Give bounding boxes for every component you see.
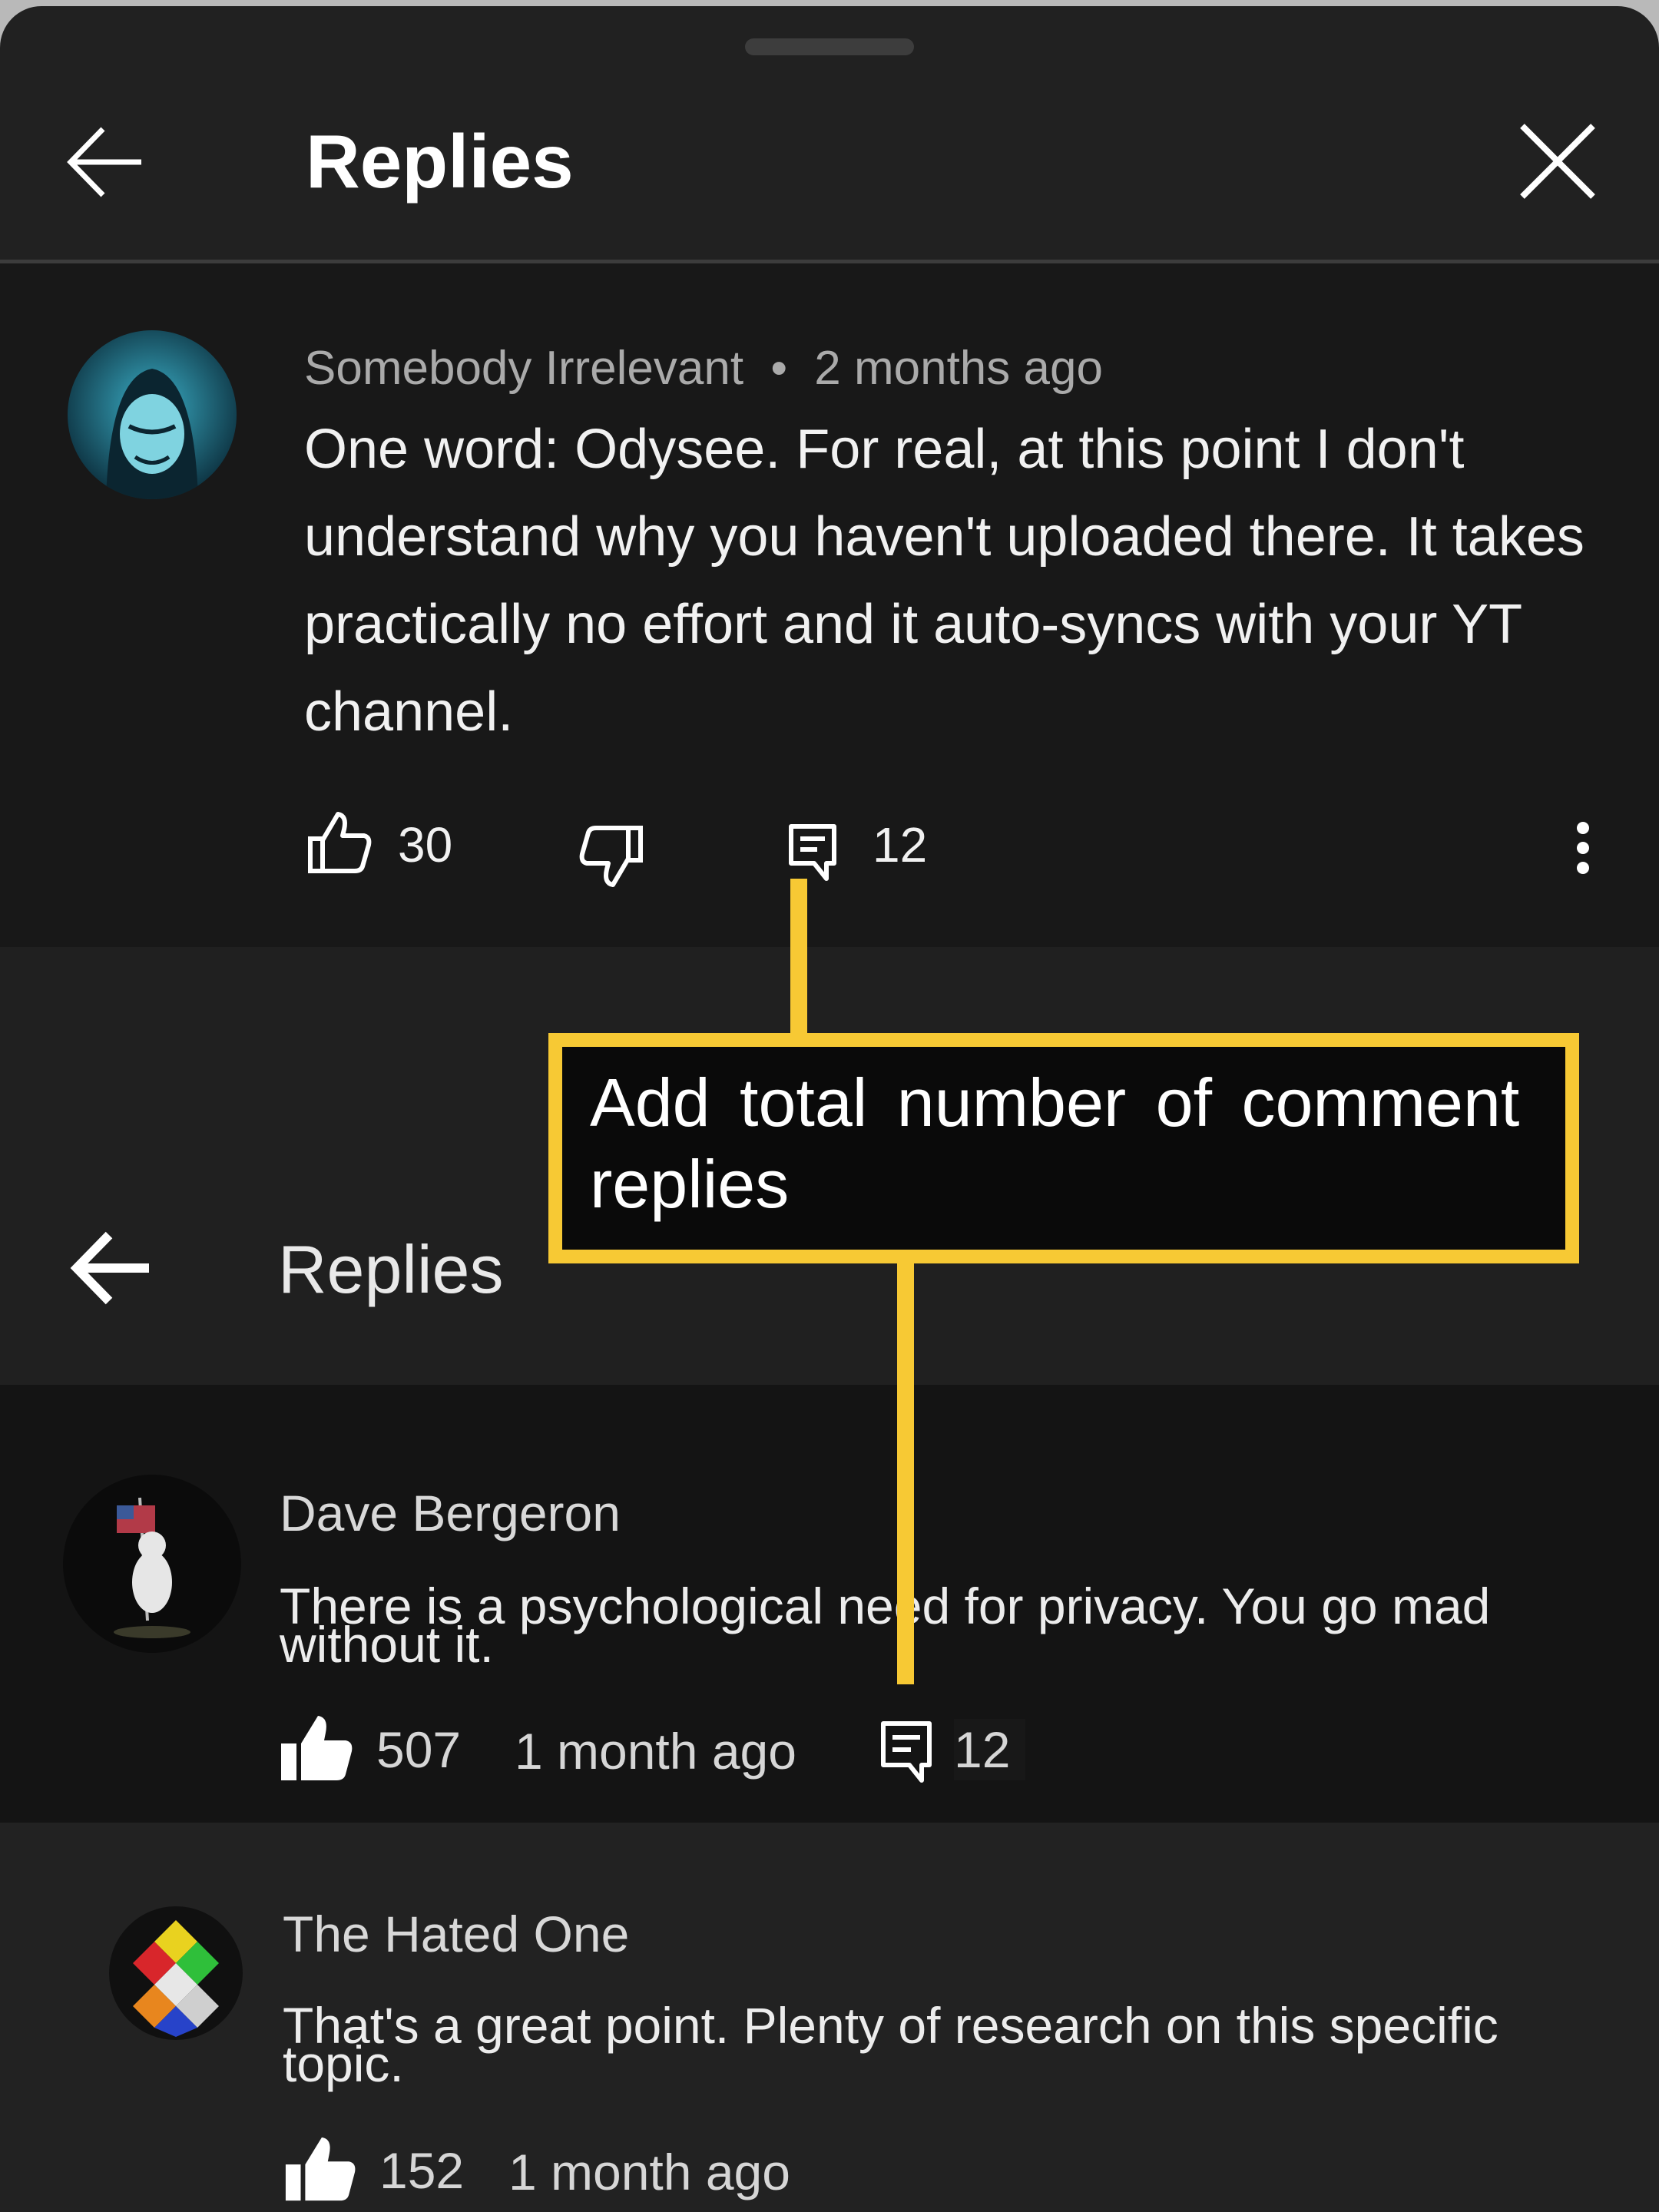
- like-count: 507: [376, 1721, 462, 1778]
- reply-time: 1 month ago: [508, 2144, 790, 2200]
- drag-handle[interactable]: [745, 38, 914, 55]
- replies-sheet: Replies Somebody Irrelevant • 2 months a…: [0, 6, 1659, 2212]
- reply-author[interactable]: Dave Bergeron: [280, 1482, 621, 1544]
- like-count: 152: [379, 2142, 465, 2199]
- comment-time: 2 months ago: [814, 342, 1103, 395]
- like-button[interactable]: [278, 1713, 355, 1783]
- comment-meta: Somebody Irrelevant • 2 months ago: [304, 338, 1103, 399]
- comment-author[interactable]: Somebody Irrelevant: [304, 342, 743, 395]
- meta-separator: •: [770, 342, 788, 395]
- like-button[interactable]: [283, 2134, 358, 2204]
- comment-icon: [789, 824, 836, 881]
- reply-count: 12: [873, 817, 928, 873]
- back-arrow-icon[interactable]: [65, 120, 149, 204]
- thumb-up-icon: [308, 812, 372, 873]
- dislike-button[interactable]: [578, 822, 647, 891]
- more-vertical-icon[interactable]: [1567, 819, 1599, 888]
- callout-connector-top: [790, 879, 807, 1036]
- reply-text: That's a great point. Plenty of research…: [283, 1997, 1498, 2092]
- close-icon[interactable]: [1518, 121, 1598, 201]
- page-title: Replies: [306, 119, 574, 204]
- reply-time: 1 month ago: [515, 1723, 796, 1780]
- avatar[interactable]: [68, 330, 237, 499]
- comment-icon: [881, 1721, 932, 1783]
- thumb-down-icon: [579, 826, 643, 887]
- avatar[interactable]: [109, 1906, 243, 2040]
- like-button[interactable]: [304, 808, 373, 877]
- like-count: 30: [398, 817, 453, 873]
- callout-connector-bottom: [897, 1263, 914, 1684]
- reply-button[interactable]: [879, 1719, 935, 1786]
- comment-text: One word: Odysee. For real, at this poin…: [304, 419, 1584, 743]
- reply-text: There is a psychological need for privac…: [280, 1578, 1491, 1673]
- old-page-title: Replies: [278, 1231, 504, 1307]
- old-back-arrow-icon: [69, 1226, 154, 1310]
- reply-button[interactable]: [786, 822, 840, 883]
- thumb-up-icon: [285, 2137, 356, 2201]
- annotation-text: Add total number of comment replies: [590, 1065, 1520, 1222]
- avatar[interactable]: [63, 1475, 241, 1653]
- thumb-up-icon: [281, 1716, 353, 1780]
- reply-count: 12: [954, 1719, 1026, 1780]
- reply-author[interactable]: The Hated One: [283, 1903, 629, 1965]
